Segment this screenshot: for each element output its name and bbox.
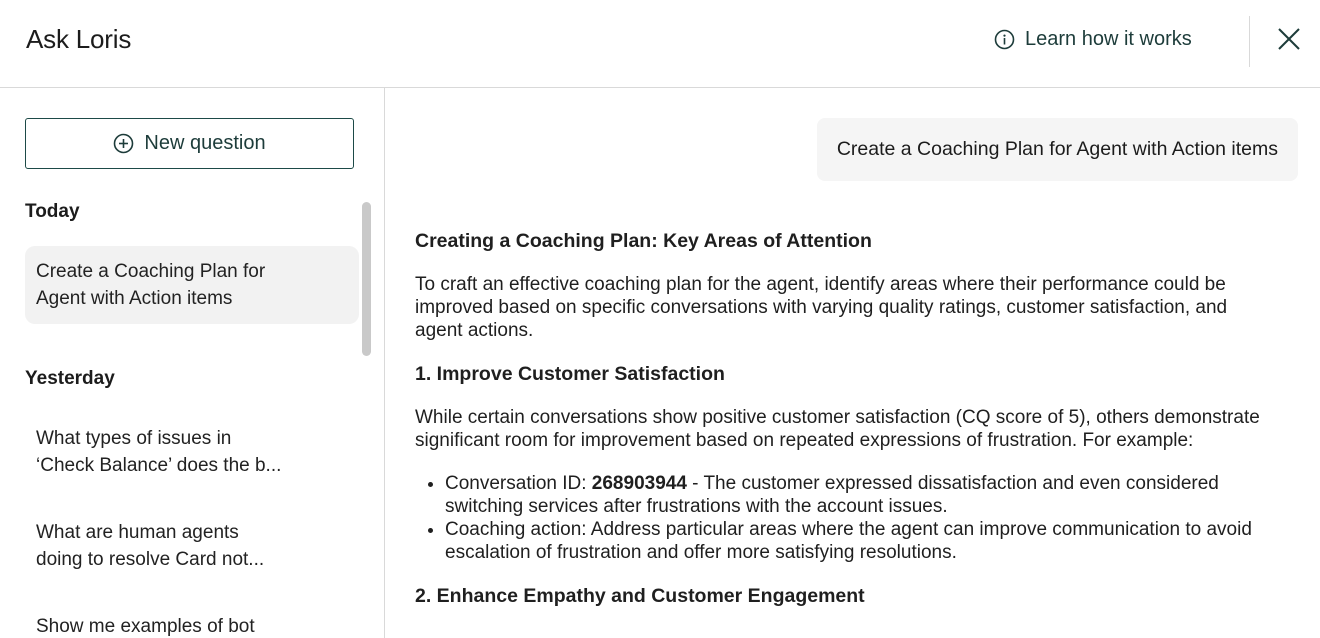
section-1-title: 1. Improve Customer Satisfaction: [415, 363, 725, 385]
section-2-title: 2. Enhance Empathy and Customer Engageme…: [415, 585, 865, 607]
history-item-line: Agent with Action items: [36, 288, 233, 309]
new-question-label: New question: [144, 132, 266, 154]
header-divider: [1249, 16, 1250, 67]
learn-how-it-works-link[interactable]: Learn how it works: [994, 28, 1192, 51]
app-title: Ask Loris: [26, 24, 132, 54]
history-item-line: What types of issues in: [36, 428, 232, 449]
history-item[interactable]: What are human agents doing to resolve C…: [25, 507, 325, 585]
close-icon: [1277, 27, 1301, 56]
user-message-bubble: Create a Coaching Plan for Agent with Ac…: [816, 118, 1298, 181]
plus-circle-icon: [113, 133, 134, 154]
sidebar-scrollbar[interactable]: [362, 202, 371, 356]
learn-link-label: Learn how it works: [1025, 28, 1192, 50]
history-item[interactable]: Create a Coaching Plan for Agent with Ac…: [25, 246, 359, 324]
history-item-line: ‘Check Balance’ does the b...: [36, 455, 282, 476]
history-item-line: Create a Coaching Plan for: [36, 261, 266, 282]
close-button[interactable]: [1274, 26, 1304, 56]
history-sidebar: New question Today Create a Coaching Pla…: [0, 88, 385, 638]
header: Ask Loris Learn how it works: [0, 0, 1320, 88]
history-item-line: doing to resolve Card not...: [36, 549, 265, 570]
conversation-panel: Create a Coaching Plan for Agent with Ac…: [385, 88, 1320, 638]
info-icon: [994, 29, 1015, 50]
list-item: Conversation ID: 268903944 - The custome…: [445, 472, 1275, 518]
answer-intro: To craft an effective coaching plan for …: [415, 274, 1228, 341]
section-1-bullets: Conversation ID: 268903944 - The custome…: [445, 472, 1275, 564]
yesterday-section-label: Yesterday: [25, 368, 115, 389]
user-message-text: Create a Coaching Plan for Agent with Ac…: [836, 138, 1278, 160]
history-item-line: Show me examples of bot: [36, 616, 255, 637]
section-1-text: While certain conversations show positiv…: [415, 407, 1260, 451]
today-section-label: Today: [25, 201, 80, 222]
new-question-button[interactable]: New question: [25, 118, 354, 169]
bullet-prefix: Conversation ID:: [445, 473, 592, 494]
answer-heading: Creating a Coaching Plan: Key Areas of A…: [415, 230, 872, 252]
conversation-id: 268903944: [591, 473, 687, 494]
list-item: Coaching action: Address particular area…: [445, 518, 1275, 564]
history-item[interactable]: What types of issues in ‘Check Balance’ …: [25, 413, 325, 491]
history-item[interactable]: Show me examples of bot: [25, 601, 325, 638]
history-item-line: What are human agents: [36, 522, 239, 543]
assistant-answer: Creating a Coaching Plan: Key Areas of A…: [415, 229, 1275, 628]
